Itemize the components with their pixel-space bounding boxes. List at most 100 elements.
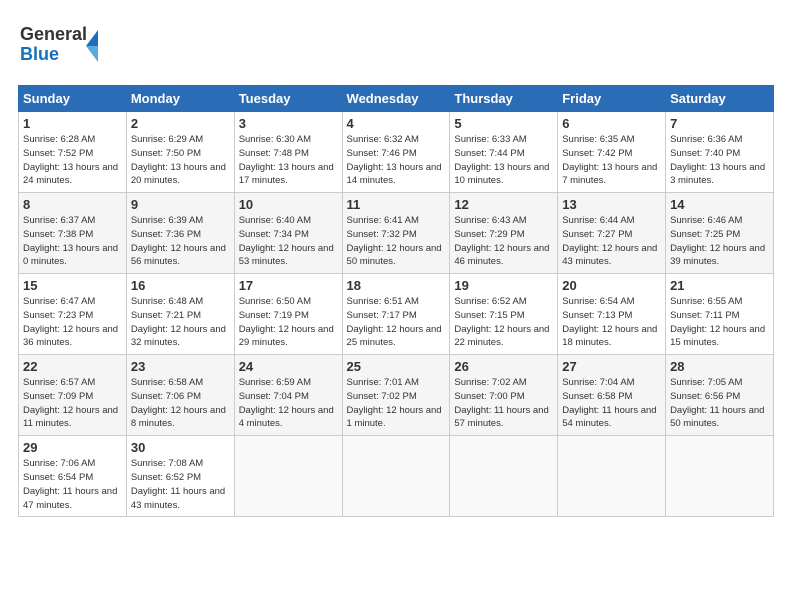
- day-number: 1: [23, 116, 122, 131]
- sunset: Sunset: 6:52 PM: [131, 472, 201, 483]
- sunset: Sunset: 7:40 PM: [670, 148, 740, 159]
- day-info: Sunrise: 6:35 AMSunset: 7:42 PMDaylight:…: [562, 133, 661, 188]
- daylight: Daylight: 11 hours and 47 minutes.: [23, 486, 117, 511]
- calendar-cell: 28Sunrise: 7:05 AMSunset: 6:56 PMDayligh…: [666, 355, 774, 436]
- day-number: 26: [454, 359, 553, 374]
- sunrise: Sunrise: 6:54 AM: [562, 296, 634, 307]
- sunrise: Sunrise: 6:39 AM: [131, 215, 203, 226]
- calendar-cell: 8Sunrise: 6:37 AMSunset: 7:38 PMDaylight…: [19, 193, 127, 274]
- daylight: Daylight: 12 hours and 36 minutes.: [23, 324, 118, 349]
- svg-text:Blue: Blue: [20, 44, 59, 64]
- calendar-cell: 19Sunrise: 6:52 AMSunset: 7:15 PMDayligh…: [450, 274, 558, 355]
- daylight: Daylight: 13 hours and 14 minutes.: [347, 162, 442, 187]
- daylight: Daylight: 12 hours and 56 minutes.: [131, 243, 226, 268]
- sunset: Sunset: 7:13 PM: [562, 310, 632, 321]
- sunset: Sunset: 7:29 PM: [454, 229, 524, 240]
- daylight: Daylight: 12 hours and 29 minutes.: [239, 324, 334, 349]
- daylight: Daylight: 13 hours and 10 minutes.: [454, 162, 549, 187]
- day-info: Sunrise: 6:33 AMSunset: 7:44 PMDaylight:…: [454, 133, 553, 188]
- weekday-header-row: Sunday Monday Tuesday Wednesday Thursday…: [19, 86, 774, 112]
- daylight: Daylight: 12 hours and 15 minutes.: [670, 324, 765, 349]
- sunrise: Sunrise: 6:36 AM: [670, 134, 742, 145]
- day-info: Sunrise: 6:41 AM Sunset: 7:32 PM Daylight:…: [347, 214, 446, 269]
- sunset: Sunset: 7:25 PM: [670, 229, 740, 240]
- daylight: Daylight: 11 hours and 50 minutes.: [670, 405, 764, 430]
- calendar-week-4: 22Sunrise: 6:57 AMSunset: 7:09 PMDayligh…: [19, 355, 774, 436]
- day-info: Sunrise: 6:28 AMSunset: 7:52 PMDaylight:…: [23, 133, 122, 188]
- header-saturday: Saturday: [666, 86, 774, 112]
- day-info: Sunrise: 6:43 AMSunset: 7:29 PMDaylight:…: [454, 214, 553, 269]
- day-number: 14: [670, 197, 769, 212]
- daylight: Daylight: 13 hours and 24 minutes.: [23, 162, 118, 187]
- sunset: Sunset: 7:02 PM: [347, 391, 417, 402]
- daylight: Daylight: 12 hours and 50 minutes.: [347, 243, 442, 268]
- day-info: Sunrise: 6:57 AMSunset: 7:09 PMDaylight:…: [23, 376, 122, 431]
- calendar-week-3: 15Sunrise: 6:47 AMSunset: 7:23 PMDayligh…: [19, 274, 774, 355]
- sunrise: Sunrise: 6:57 AM: [23, 377, 95, 388]
- calendar-cell: 30Sunrise: 7:08 AMSunset: 6:52 PMDayligh…: [126, 436, 234, 517]
- calendar-cell: 22Sunrise: 6:57 AMSunset: 7:09 PMDayligh…: [19, 355, 127, 436]
- day-info: Sunrise: 6:44 AMSunset: 7:27 PMDaylight:…: [562, 214, 661, 269]
- day-info: Sunrise: 6:54 AM Sunset: 7:13 PM Daylight:…: [562, 295, 661, 350]
- daylight: Daylight: 11 hours and 54 minutes.: [562, 405, 656, 430]
- calendar-cell: [558, 436, 666, 517]
- calendar-cell: 2Sunrise: 6:29 AMSunset: 7:50 PMDaylight…: [126, 112, 234, 193]
- sunrise: Sunrise: 6:29 AM: [131, 134, 203, 145]
- calendar-cell: 21Sunrise: 6:55 AMSunset: 7:11 PMDayligh…: [666, 274, 774, 355]
- daylight: Daylight: 12 hours and 25 minutes.: [347, 324, 442, 349]
- day-number: 23: [131, 359, 230, 374]
- day-info: Sunrise: 6:37 AMSunset: 7:38 PMDaylight:…: [23, 214, 122, 269]
- calendar-cell: 29Sunrise: 7:06 AMSunset: 6:54 PMDayligh…: [19, 436, 127, 517]
- calendar-page: General Blue Sunday Monday Tuesday Wedne…: [0, 0, 792, 612]
- calendar-cell: 15Sunrise: 6:47 AMSunset: 7:23 PMDayligh…: [19, 274, 127, 355]
- calendar-week-5: 29Sunrise: 7:06 AMSunset: 6:54 PMDayligh…: [19, 436, 774, 517]
- day-info: Sunrise: 6:32 AMSunset: 7:46 PMDaylight:…: [347, 133, 446, 188]
- sunrise: Sunrise: 7:02 AM: [454, 377, 526, 388]
- daylight: Daylight: 13 hours and 20 minutes.: [131, 162, 226, 187]
- day-number: 13: [562, 197, 661, 212]
- day-number: 15: [23, 278, 122, 293]
- sunset: Sunset: 6:54 PM: [23, 472, 93, 483]
- daylight: Daylight: 12 hours and 46 minutes.: [454, 243, 549, 268]
- sunrise: Sunrise: 6:47 AM: [23, 296, 95, 307]
- sunset: Sunset: 7:27 PM: [562, 229, 632, 240]
- header-sunday: Sunday: [19, 86, 127, 112]
- calendar-cell: 24Sunrise: 6:59 AMSunset: 7:04 PMDayligh…: [234, 355, 342, 436]
- sunrise: Sunrise: 6:30 AM: [239, 134, 311, 145]
- sunrise: Sunrise: 6:33 AM: [454, 134, 526, 145]
- day-info: Sunrise: 6:46 AMSunset: 7:25 PMDaylight:…: [670, 214, 769, 269]
- sunset: Sunset: 7:09 PM: [23, 391, 93, 402]
- daylight: Daylight: 12 hours and 4 minutes.: [239, 405, 334, 430]
- calendar-cell: 3Sunrise: 6:30 AMSunset: 7:48 PMDaylight…: [234, 112, 342, 193]
- sunrise: Sunrise: 6:50 AM: [239, 296, 311, 307]
- calendar-cell: 4 Sunrise: 6:32 AMSunset: 7:46 PMDaylight…: [342, 112, 450, 193]
- sunset: Sunset: 7:15 PM: [454, 310, 524, 321]
- sunrise: Sunrise: 6:58 AM: [131, 377, 203, 388]
- day-number: 20: [562, 278, 661, 293]
- day-number: 9: [131, 197, 230, 212]
- daylight: Daylight: 13 hours and 7 minutes.: [562, 162, 657, 187]
- calendar-table: Sunday Monday Tuesday Wednesday Thursday…: [18, 85, 774, 517]
- sunrise: Sunrise: 6:35 AM: [562, 134, 634, 145]
- calendar-cell: 7Sunrise: 6:36 AMSunset: 7:40 PMDaylight…: [666, 112, 774, 193]
- calendar-cell: 14 Sunrise: 6:46 AMSunset: 7:25 PMDayligh…: [666, 193, 774, 274]
- calendar-cell: 12Sunrise: 6:43 AMSunset: 7:29 PMDayligh…: [450, 193, 558, 274]
- day-number: 11: [347, 197, 446, 212]
- day-info: Sunrise: 6:51 AMSunset: 7:17 PMDaylight:…: [347, 295, 446, 350]
- calendar-cell: 9Sunrise: 6:39 AMSunset: 7:36 PMDaylight…: [126, 193, 234, 274]
- calendar-week-1: 1 Sunrise: 6:28 AMSunset: 7:52 PMDaylight…: [19, 112, 774, 193]
- sunset: Sunset: 7:34 PM: [239, 229, 309, 240]
- day-number: 29: [23, 440, 122, 455]
- sunrise: Sunrise: 6:41 AM: [347, 215, 419, 226]
- day-number: 18: [347, 278, 446, 293]
- daylight: Daylight: 11 hours and 57 minutes.: [454, 405, 548, 430]
- header-monday: Monday: [126, 86, 234, 112]
- daylight: Daylight: 12 hours and 18 minutes.: [562, 324, 657, 349]
- page-header: General Blue: [18, 18, 774, 75]
- daylight: Daylight: 12 hours and 8 minutes.: [131, 405, 226, 430]
- day-number: 4: [347, 116, 446, 131]
- calendar-cell: 1 Sunrise: 6:28 AMSunset: 7:52 PMDaylight…: [19, 112, 127, 193]
- calendar-cell: 6Sunrise: 6:35 AMSunset: 7:42 PMDaylight…: [558, 112, 666, 193]
- sunrise: Sunrise: 7:01 AM: [347, 377, 419, 388]
- sunset: Sunset: 7:32 PM: [347, 229, 417, 240]
